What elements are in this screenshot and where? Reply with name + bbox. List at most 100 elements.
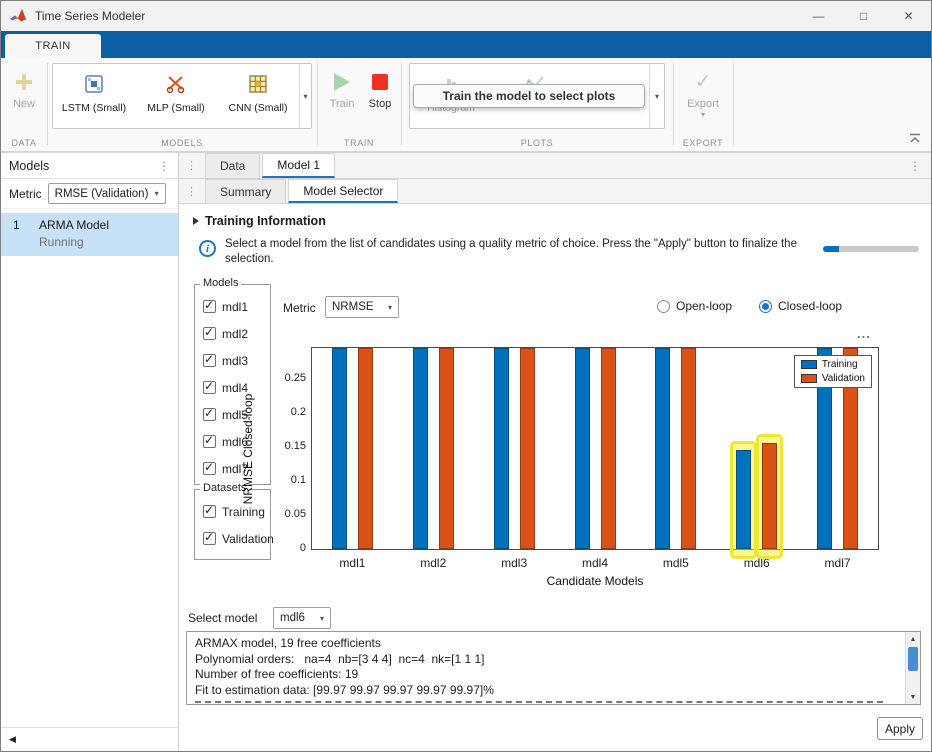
section-divider <box>733 63 734 145</box>
model-checkbox-row[interactable]: mdl1 <box>195 293 270 320</box>
toolstrip: New DATA <box>1 58 931 152</box>
panel-menu-icon[interactable]: ⋮ <box>158 159 170 173</box>
collapse-toolstrip-button[interactable] <box>907 131 923 145</box>
checkbox-icon[interactable] <box>203 462 216 475</box>
chevron-down-icon: ▾ <box>155 189 159 198</box>
checkbox-icon[interactable] <box>203 532 216 545</box>
legend-swatch <box>801 360 817 369</box>
window-controls: — □ ✕ <box>796 1 931 31</box>
metric-row: Metric RMSE (Validation) ▾ <box>1 179 178 209</box>
lstm-network-icon <box>53 70 135 98</box>
section-models: LSTM (Small) MLP (Small) <box>47 58 317 151</box>
model-checkbox-row[interactable]: mdl7 <box>195 455 270 482</box>
model-checkbox-row[interactable]: mdl4 <box>195 374 270 401</box>
chart-bar[interactable] <box>762 443 777 549</box>
model-checkbox-row[interactable]: mdl5 <box>195 401 270 428</box>
models-gallery: LSTM (Small) MLP (Small) <box>52 63 312 129</box>
chart-metric-dropdown[interactable]: NRMSE ▾ <box>325 296 399 318</box>
scrollbar-thumb[interactable] <box>908 647 918 671</box>
checkbox-icon[interactable] <box>203 435 216 448</box>
export-button[interactable]: ✓ Export ▾ <box>683 69 723 119</box>
checkbox-icon[interactable] <box>203 408 216 421</box>
apply-button[interactable]: Apply <box>877 717 923 740</box>
details-line: ARMAX model, 19 free coefficients <box>195 636 897 652</box>
chart-bar[interactable] <box>681 348 696 549</box>
tab-model-selector[interactable]: Model Selector <box>288 179 398 203</box>
chart-bar[interactable] <box>332 348 347 549</box>
panel-footer: ◀ <box>1 727 178 751</box>
chart-bar[interactable] <box>736 450 751 549</box>
checkbox-icon[interactable] <box>203 327 216 340</box>
models-panel-title: Models <box>9 159 158 173</box>
output-scrollbar[interactable]: ▲ ▼ <box>905 632 920 704</box>
chart-bar[interactable] <box>601 348 616 549</box>
select-model-dropdown[interactable]: mdl6 ▾ <box>273 607 331 629</box>
plots-gallery-expand-button[interactable]: ▾ <box>649 64 664 128</box>
ribbon-tab-band: TRAIN <box>1 31 931 58</box>
section-plots: Histogram ▾ <box>401 58 673 151</box>
gallery-item-mlp[interactable]: MLP (Small) <box>135 70 217 114</box>
models-browser-panel: Models ⋮ Metric RMSE (Validation) ▾ 1 AR… <box>1 152 179 751</box>
metric-dropdown[interactable]: RMSE (Validation) ▾ <box>48 183 166 204</box>
window-title: Time Series Modeler <box>35 9 145 23</box>
dataset-checkbox-row[interactable]: Validation <box>195 525 270 552</box>
model-checkbox-row[interactable]: mdl3 <box>195 347 270 374</box>
details-line: Number of free coefficients: 19 <box>195 667 897 683</box>
collapse-panel-icon[interactable]: ◀ <box>9 734 16 745</box>
model-checkbox-row[interactable]: mdl6 <box>195 428 270 455</box>
dataset-checkbox-row[interactable]: Training <box>195 498 270 525</box>
chevron-down-icon: ▾ <box>303 92 307 101</box>
checkbox-icon[interactable] <box>203 505 216 518</box>
drag-handle-icon[interactable]: ⋮ <box>186 185 197 198</box>
minimize-button[interactable]: — <box>796 1 841 31</box>
chart-bar[interactable] <box>413 348 428 549</box>
stop-button[interactable]: Stop <box>360 69 400 110</box>
checkbox-icon[interactable] <box>203 381 216 394</box>
datasets-checkbox-group: Datasets Training Validation <box>194 489 271 560</box>
train-button[interactable]: Train <box>322 69 362 110</box>
y-tick-label: 0.2 <box>266 406 306 418</box>
legend-entry: Training <box>801 359 865 370</box>
close-button[interactable]: ✕ <box>886 1 931 31</box>
model-list-item-selected[interactable]: 1 ARMA Model Running <box>1 213 178 256</box>
training-progress-bar <box>823 246 919 252</box>
chart-bar[interactable] <box>358 348 373 549</box>
tab-summary[interactable]: Summary <box>205 179 286 203</box>
chart-options-menu[interactable]: ... <box>857 326 871 341</box>
chart-bar[interactable] <box>655 348 670 549</box>
chart-bar[interactable] <box>494 348 509 549</box>
chevron-down-icon: ▾ <box>655 92 659 101</box>
scroll-up-button[interactable]: ▲ <box>906 632 920 646</box>
open-loop-radio[interactable]: Open-loop <box>657 299 732 313</box>
drag-handle-icon[interactable]: ⋮ <box>186 159 197 172</box>
radio-icon[interactable] <box>657 300 670 313</box>
checkbox-icon[interactable] <box>203 300 216 313</box>
section-export: ✓ Export ▾ EXPORT <box>673 58 733 151</box>
maximize-button[interactable]: □ <box>841 1 886 31</box>
chart-bar[interactable] <box>439 348 454 549</box>
plots-tooltip: Train the model to select plots <box>413 84 645 108</box>
view-tabbar: ⋮ Summary Model Selector <box>179 179 931 204</box>
x-tick-label: mdl5 <box>646 556 706 570</box>
model-checkbox-row[interactable]: mdl2 <box>195 320 270 347</box>
plus-icon <box>14 72 34 92</box>
tabbar-menu-icon[interactable]: ⋮ <box>909 159 921 173</box>
gallery-item-lstm[interactable]: LSTM (Small) <box>53 70 135 114</box>
closed-loop-radio[interactable]: Closed-loop <box>759 299 842 313</box>
metric-label: Metric <box>9 187 42 201</box>
gallery-item-cnn[interactable]: CNN (Small) <box>217 70 299 114</box>
chart-plot-area[interactable]: TrainingValidation 00.050.10.150.20.25md… <box>311 347 879 550</box>
x-tick-label: mdl3 <box>484 556 544 570</box>
x-tick-label: mdl7 <box>808 556 868 570</box>
tab-data[interactable]: Data <box>205 153 260 178</box>
tab-train[interactable]: TRAIN <box>5 34 101 58</box>
training-information-header[interactable]: Training Information <box>193 214 326 228</box>
tab-model-1[interactable]: Model 1 <box>262 153 335 178</box>
checkbox-icon[interactable] <box>203 354 216 367</box>
chart-bar[interactable] <box>520 348 535 549</box>
models-gallery-expand-button[interactable]: ▾ <box>299 64 311 128</box>
new-button[interactable]: New <box>4 69 44 110</box>
radio-icon[interactable] <box>759 300 772 313</box>
chart-bar[interactable] <box>575 348 590 549</box>
scroll-down-button[interactable]: ▼ <box>906 690 920 704</box>
